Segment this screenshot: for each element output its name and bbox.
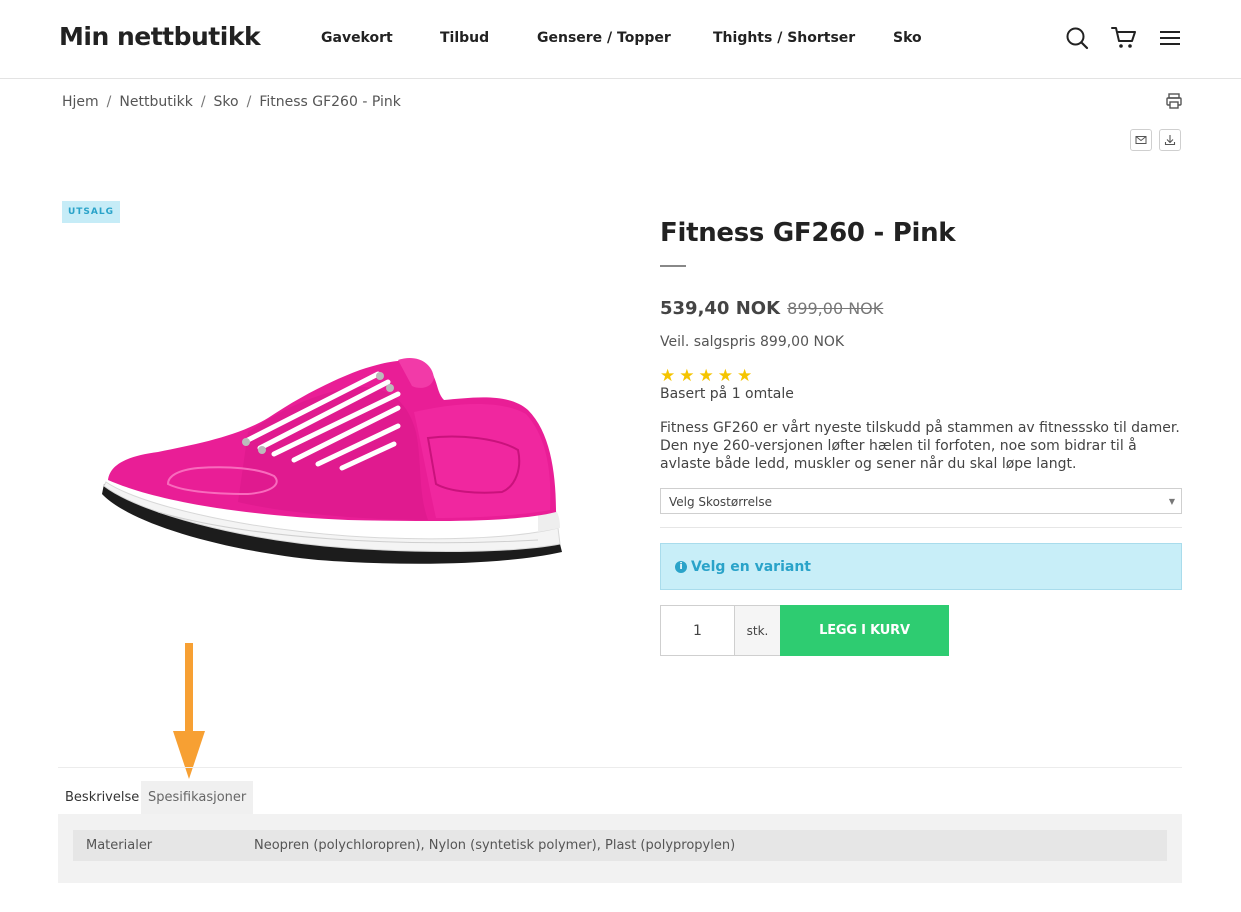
nav-item-gavekort[interactable]: Gavekort xyxy=(321,30,393,46)
price-current: 539,40 NOK xyxy=(660,298,781,319)
breadcrumb-item-hjem[interactable]: Hjem xyxy=(62,94,99,110)
breadcrumb: Hjem / Nettbutikk / Sko / Fitness GF260 - Pink xyxy=(62,94,401,110)
size-select[interactable]: Velg Skostørrelse ▼ xyxy=(660,488,1182,514)
breadcrumb-item-current: Fitness GF260 - Pink xyxy=(259,94,401,110)
arrow-annotation-icon xyxy=(172,643,206,779)
sale-badge: UTSALG xyxy=(62,201,120,223)
breadcrumb-item-nettbutikk[interactable]: Nettbutikk xyxy=(119,94,192,110)
nav-item-thights-shortser[interactable]: Thights / Shortser xyxy=(713,30,855,46)
variant-alert: i Velg en variant xyxy=(660,543,1182,590)
email-icon[interactable] xyxy=(1130,129,1152,151)
menu-icon[interactable] xyxy=(1157,25,1183,51)
add-to-cart-button[interactable]: LEGG I KURV xyxy=(780,605,949,656)
breadcrumb-separator: / xyxy=(106,94,112,110)
tab-beskrivelse[interactable]: Beskrivelse xyxy=(58,781,147,814)
title-divider xyxy=(660,265,686,267)
print-icon[interactable] xyxy=(1165,92,1183,110)
nav-item-gensere-topper[interactable]: Gensere / Topper xyxy=(537,30,671,46)
tab-spesifikasjoner[interactable]: Spesifikasjoner xyxy=(141,781,254,814)
size-select-label: Velg Skostørrelse xyxy=(669,495,772,509)
quantity-unit: stk. xyxy=(735,605,780,656)
tabs-divider xyxy=(58,767,1182,768)
price-row: 539,40 NOK 899,00 NOK xyxy=(660,298,883,319)
product-image[interactable] xyxy=(98,352,568,570)
spec-value: Neopren (polychloropren), Nylon (synteti… xyxy=(254,838,736,853)
chevron-down-icon: ▼ xyxy=(1168,497,1175,506)
product-title: Fitness GF260 - Pink xyxy=(660,218,956,248)
nav-item-tilbud[interactable]: Tilbud xyxy=(440,30,489,46)
price-original: 899,00 NOK xyxy=(787,299,884,318)
star-rating-icon[interactable]: ★★★★★ xyxy=(660,366,756,386)
recommended-price: Veil. salgspris 899,00 NOK xyxy=(660,334,845,350)
spec-key: Materialer xyxy=(86,838,153,853)
info-icon: i xyxy=(675,560,687,573)
product-description: Fitness GF260 er vårt nyeste tilskudd på… xyxy=(660,420,1180,472)
cart-icon[interactable] xyxy=(1111,25,1137,51)
quantity-input[interactable]: 1 xyxy=(660,605,735,656)
spec-row: Materialer Neopren (polychloropren), Nyl… xyxy=(73,830,1167,861)
download-icon[interactable] xyxy=(1159,129,1181,151)
breadcrumb-separator: / xyxy=(246,94,252,110)
divider xyxy=(660,527,1182,528)
site-header: Min nettbutikk Gavekort Tilbud Gensere /… xyxy=(0,0,1241,79)
nav-item-sko[interactable]: Sko xyxy=(893,30,922,46)
breadcrumb-item-sko[interactable]: Sko xyxy=(214,94,239,110)
breadcrumb-separator: / xyxy=(200,94,206,110)
search-icon[interactable] xyxy=(1064,25,1090,51)
site-logo[interactable]: Min nettbutikk xyxy=(59,22,261,51)
review-count[interactable]: Basert på 1 omtale xyxy=(660,386,794,402)
variant-alert-text: Velg en variant xyxy=(691,558,811,575)
